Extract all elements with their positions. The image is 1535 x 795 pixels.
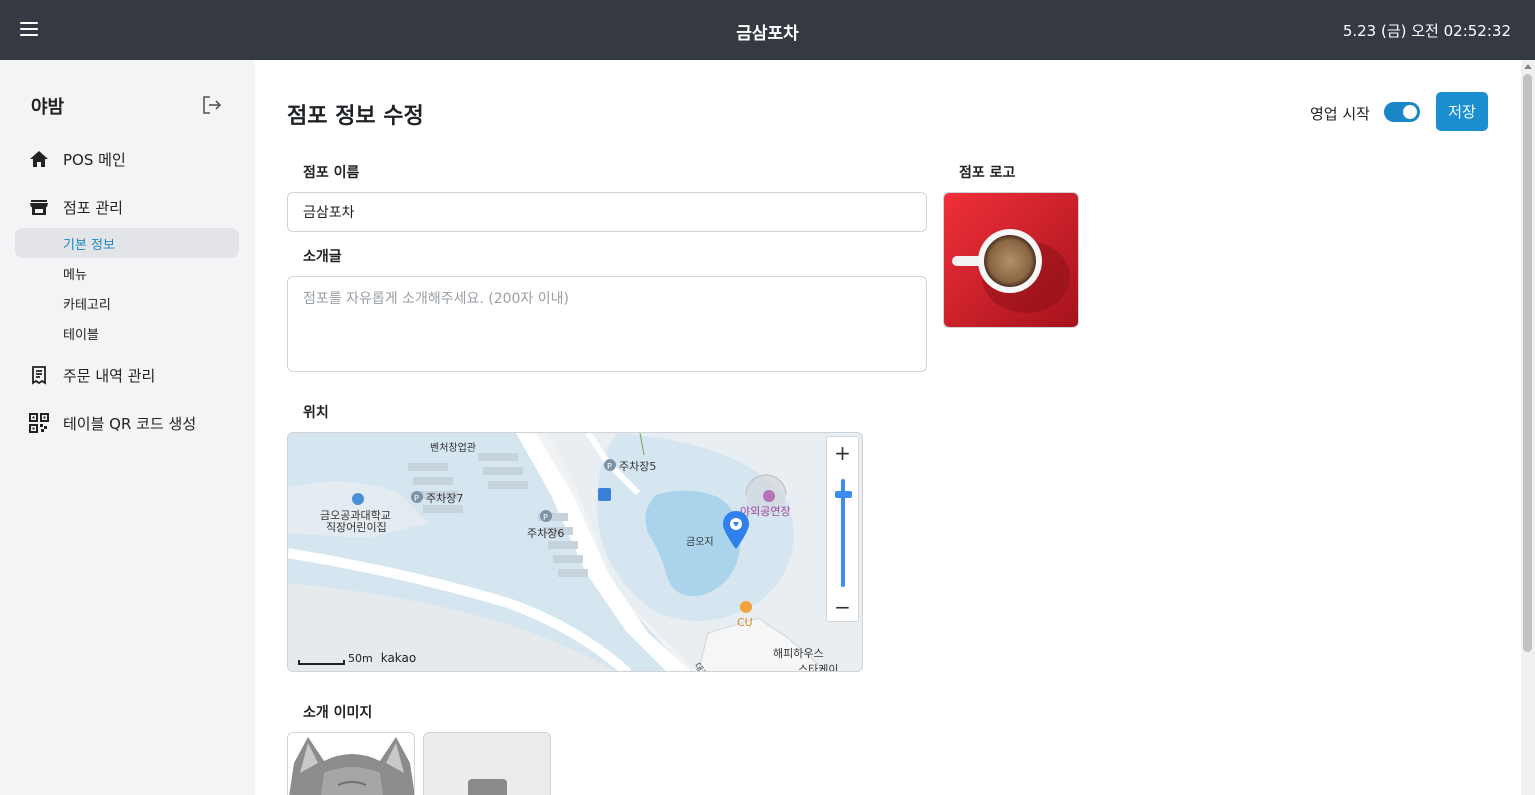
map-brand: kakao bbox=[380, 651, 417, 665]
sidebar-item-pos-main[interactable]: POS 메인 bbox=[28, 146, 126, 172]
location-map[interactable]: 벤처창업관 P 주차장5 P 주차장7 P 주차장6 금오공과대학교 직장어린이… bbox=[287, 432, 863, 672]
map-label-venture: 벤처창업관 bbox=[430, 441, 476, 454]
page-title: 점포 정보 수정 bbox=[287, 104, 424, 129]
map-scale: 50m kakao bbox=[298, 651, 416, 665]
logout-icon[interactable] bbox=[201, 94, 223, 116]
sidebar-item-store-management[interactable]: 점포 관리 bbox=[28, 194, 123, 220]
top-bar: 금삼포차 5.23 (금) 오전 02:52:32 bbox=[0, 0, 1535, 60]
logo-label: 점포 로고 bbox=[959, 165, 1016, 181]
page-scrollbar[interactable] bbox=[1521, 60, 1535, 795]
qr-code-icon bbox=[28, 412, 50, 434]
svg-text:P: P bbox=[414, 494, 419, 503]
location-label: 위치 bbox=[303, 405, 329, 421]
store-name-input[interactable]: 금삼포차 bbox=[287, 192, 927, 232]
zoom-out-button[interactable]: − bbox=[827, 591, 858, 623]
home-icon bbox=[28, 148, 50, 170]
sidebar: 야밤 POS 메인 점포 관리 기본 정보 메뉴 카테고리 테이블 주문 내역 … bbox=[0, 60, 255, 795]
sidebar-subitem-table[interactable]: 테이블 bbox=[15, 318, 239, 348]
store-icon bbox=[28, 196, 50, 218]
store-logo-image[interactable] bbox=[943, 192, 1079, 328]
map-label-parking6: 주차장6 bbox=[527, 527, 564, 540]
map-zoom-control: + − bbox=[826, 436, 859, 622]
map-label-cu: CU bbox=[737, 616, 753, 629]
business-status-label: 영업 시작 bbox=[1310, 105, 1370, 123]
sidebar-item-label: 테이블 QR 코드 생성 bbox=[63, 414, 197, 433]
map-label-stage: 야외공연장 bbox=[740, 505, 791, 518]
map-label-happyhouse-1: 해피하우스 bbox=[773, 646, 824, 660]
intro-textarea[interactable]: 점포를 자유롭게 소개해주세요. (200자 이내) bbox=[287, 276, 927, 372]
zoom-in-button[interactable]: + bbox=[827, 437, 858, 469]
store-name-label: 점포 이름 bbox=[303, 165, 360, 181]
sidebar-subitem-menu[interactable]: 메뉴 bbox=[15, 258, 239, 288]
map-label-parking7: 주차장7 bbox=[426, 492, 463, 505]
datetime-display: 5.23 (금) 오전 02:52:32 bbox=[1342, 22, 1511, 40]
sidebar-item-label: 주문 내역 관리 bbox=[63, 366, 156, 385]
map-label-daycare-2: 직장어린이집 bbox=[326, 521, 387, 534]
toggle-knob bbox=[1403, 105, 1417, 119]
receipt-icon bbox=[28, 364, 50, 386]
sidebar-item-table-qr[interactable]: 테이블 QR 코드 생성 bbox=[28, 410, 196, 436]
intro-label: 소개글 bbox=[303, 249, 342, 265]
sidebar-subitem-category[interactable]: 카테고리 bbox=[15, 288, 239, 318]
scale-bar bbox=[298, 660, 345, 665]
add-image-icon bbox=[468, 779, 507, 795]
intro-image-1[interactable] bbox=[287, 732, 415, 795]
business-status-toggle[interactable] bbox=[1384, 102, 1420, 122]
svg-text:P: P bbox=[607, 462, 612, 471]
store-title: 금삼포차 bbox=[736, 24, 799, 44]
user-name: 야밤 bbox=[31, 97, 65, 118]
intro-images-label: 소개 이미지 bbox=[303, 705, 373, 721]
add-image-tile[interactable] bbox=[423, 732, 551, 795]
svg-text:P: P bbox=[543, 513, 548, 522]
scroll-up-arrow-icon[interactable] bbox=[1524, 64, 1532, 69]
map-label-lake: 금오지 bbox=[686, 536, 714, 548]
zoom-slider-thumb[interactable] bbox=[835, 491, 852, 498]
map-label-parking5: 주차장5 bbox=[619, 460, 656, 473]
map-label-happyhouse-2: 스타케이 bbox=[798, 663, 838, 672]
save-button[interactable]: 저장 bbox=[1436, 92, 1488, 131]
scroll-thumb[interactable] bbox=[1523, 74, 1532, 652]
main-content: 점포 정보 수정 영업 시작 저장 점포 이름 금삼포차 소개글 점포를 자유롭… bbox=[255, 60, 1521, 795]
sidebar-item-order-history[interactable]: 주문 내역 관리 bbox=[28, 362, 155, 388]
scale-text: 50m bbox=[348, 652, 373, 665]
sidebar-subitem-basic-info[interactable]: 기본 정보 bbox=[15, 228, 239, 258]
sidebar-item-label: 점포 관리 bbox=[63, 198, 123, 217]
sidebar-item-label: POS 메인 bbox=[63, 150, 126, 169]
